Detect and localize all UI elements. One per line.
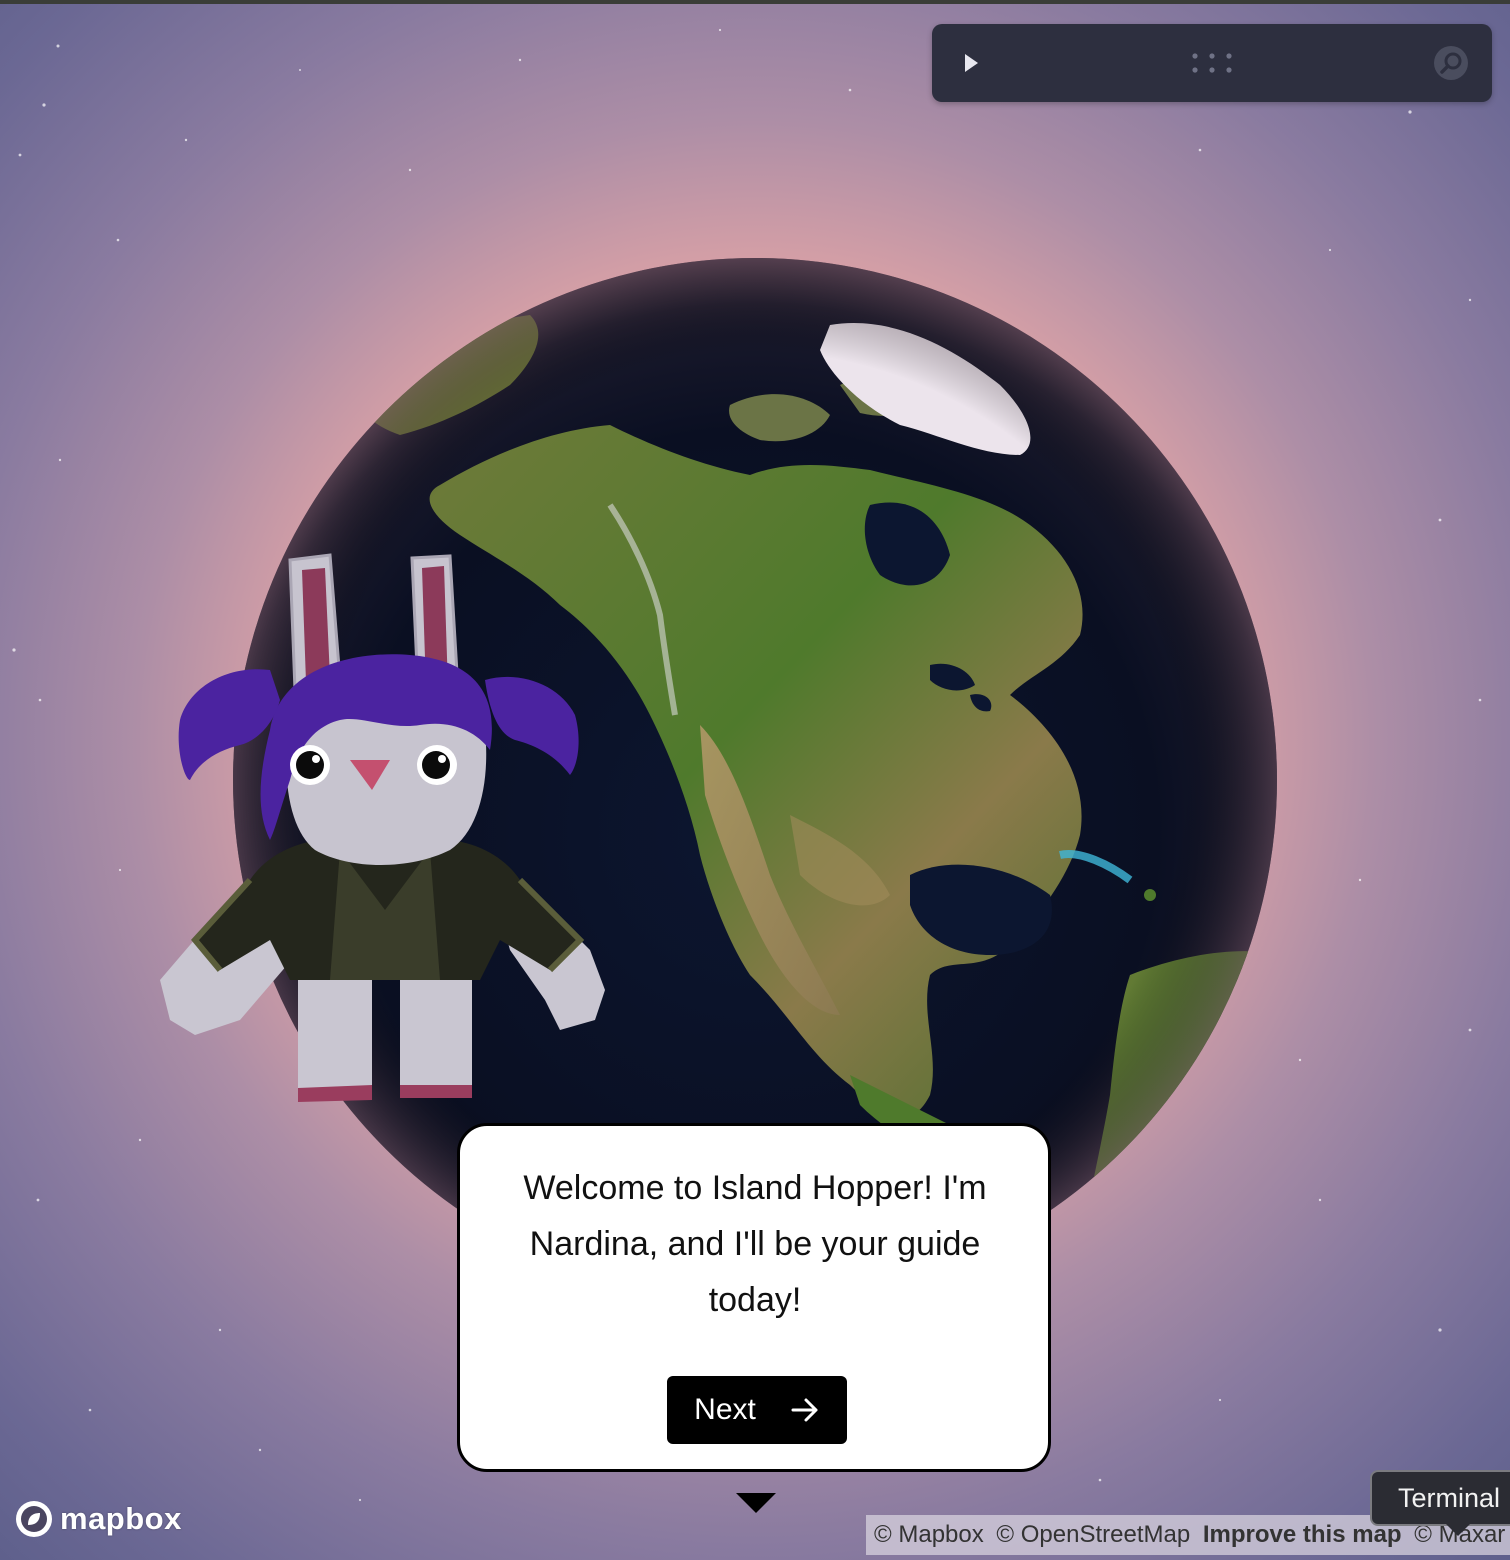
europe xyxy=(1089,315,1190,370)
drag-handle-icon xyxy=(1192,53,1232,73)
attribution-mapbox-link[interactable]: © Mapbox xyxy=(874,1521,984,1548)
control-bar xyxy=(932,24,1492,102)
mapbox-logo-text: mapbox xyxy=(60,1501,182,1536)
drag-handle[interactable] xyxy=(1187,50,1237,76)
right-pigtail xyxy=(485,676,579,775)
next-button[interactable]: Next xyxy=(667,1376,847,1444)
play-icon xyxy=(965,54,978,72)
left-leg xyxy=(298,970,372,1098)
search-icon xyxy=(1434,46,1468,80)
guide-dialog: Welcome to Island Hopper! I'm Nardina, a… xyxy=(457,1123,1051,1472)
tooltip-tail xyxy=(1446,1524,1470,1536)
mapbox-logo-icon xyxy=(16,1501,52,1537)
attribution-osm-link[interactable]: © OpenStreetMap xyxy=(996,1521,1190,1548)
improve-map-link[interactable]: Improve this map xyxy=(1203,1521,1402,1548)
right-eye xyxy=(417,745,457,785)
search-button[interactable] xyxy=(1432,44,1470,82)
play-button[interactable] xyxy=(954,46,988,80)
arrow-right-icon xyxy=(791,1398,818,1422)
left-eye xyxy=(290,745,330,785)
right-leg xyxy=(400,970,472,1095)
mapbox-logo[interactable]: mapbox xyxy=(14,1498,182,1540)
dialog-pointer xyxy=(736,1493,776,1513)
nardina-character[interactable] xyxy=(150,550,620,1110)
next-button-label: Next xyxy=(694,1393,756,1426)
tooltip-text: Terminal xyxy=(1398,1483,1501,1513)
map-canvas[interactable]: Welcome to Island Hopper! I'm Nardina, a… xyxy=(0,0,1510,1560)
dialog-message: Welcome to Island Hopper! I'm Nardina, a… xyxy=(523,1169,987,1319)
terminal-tooltip: Terminal xyxy=(1370,1470,1510,1526)
